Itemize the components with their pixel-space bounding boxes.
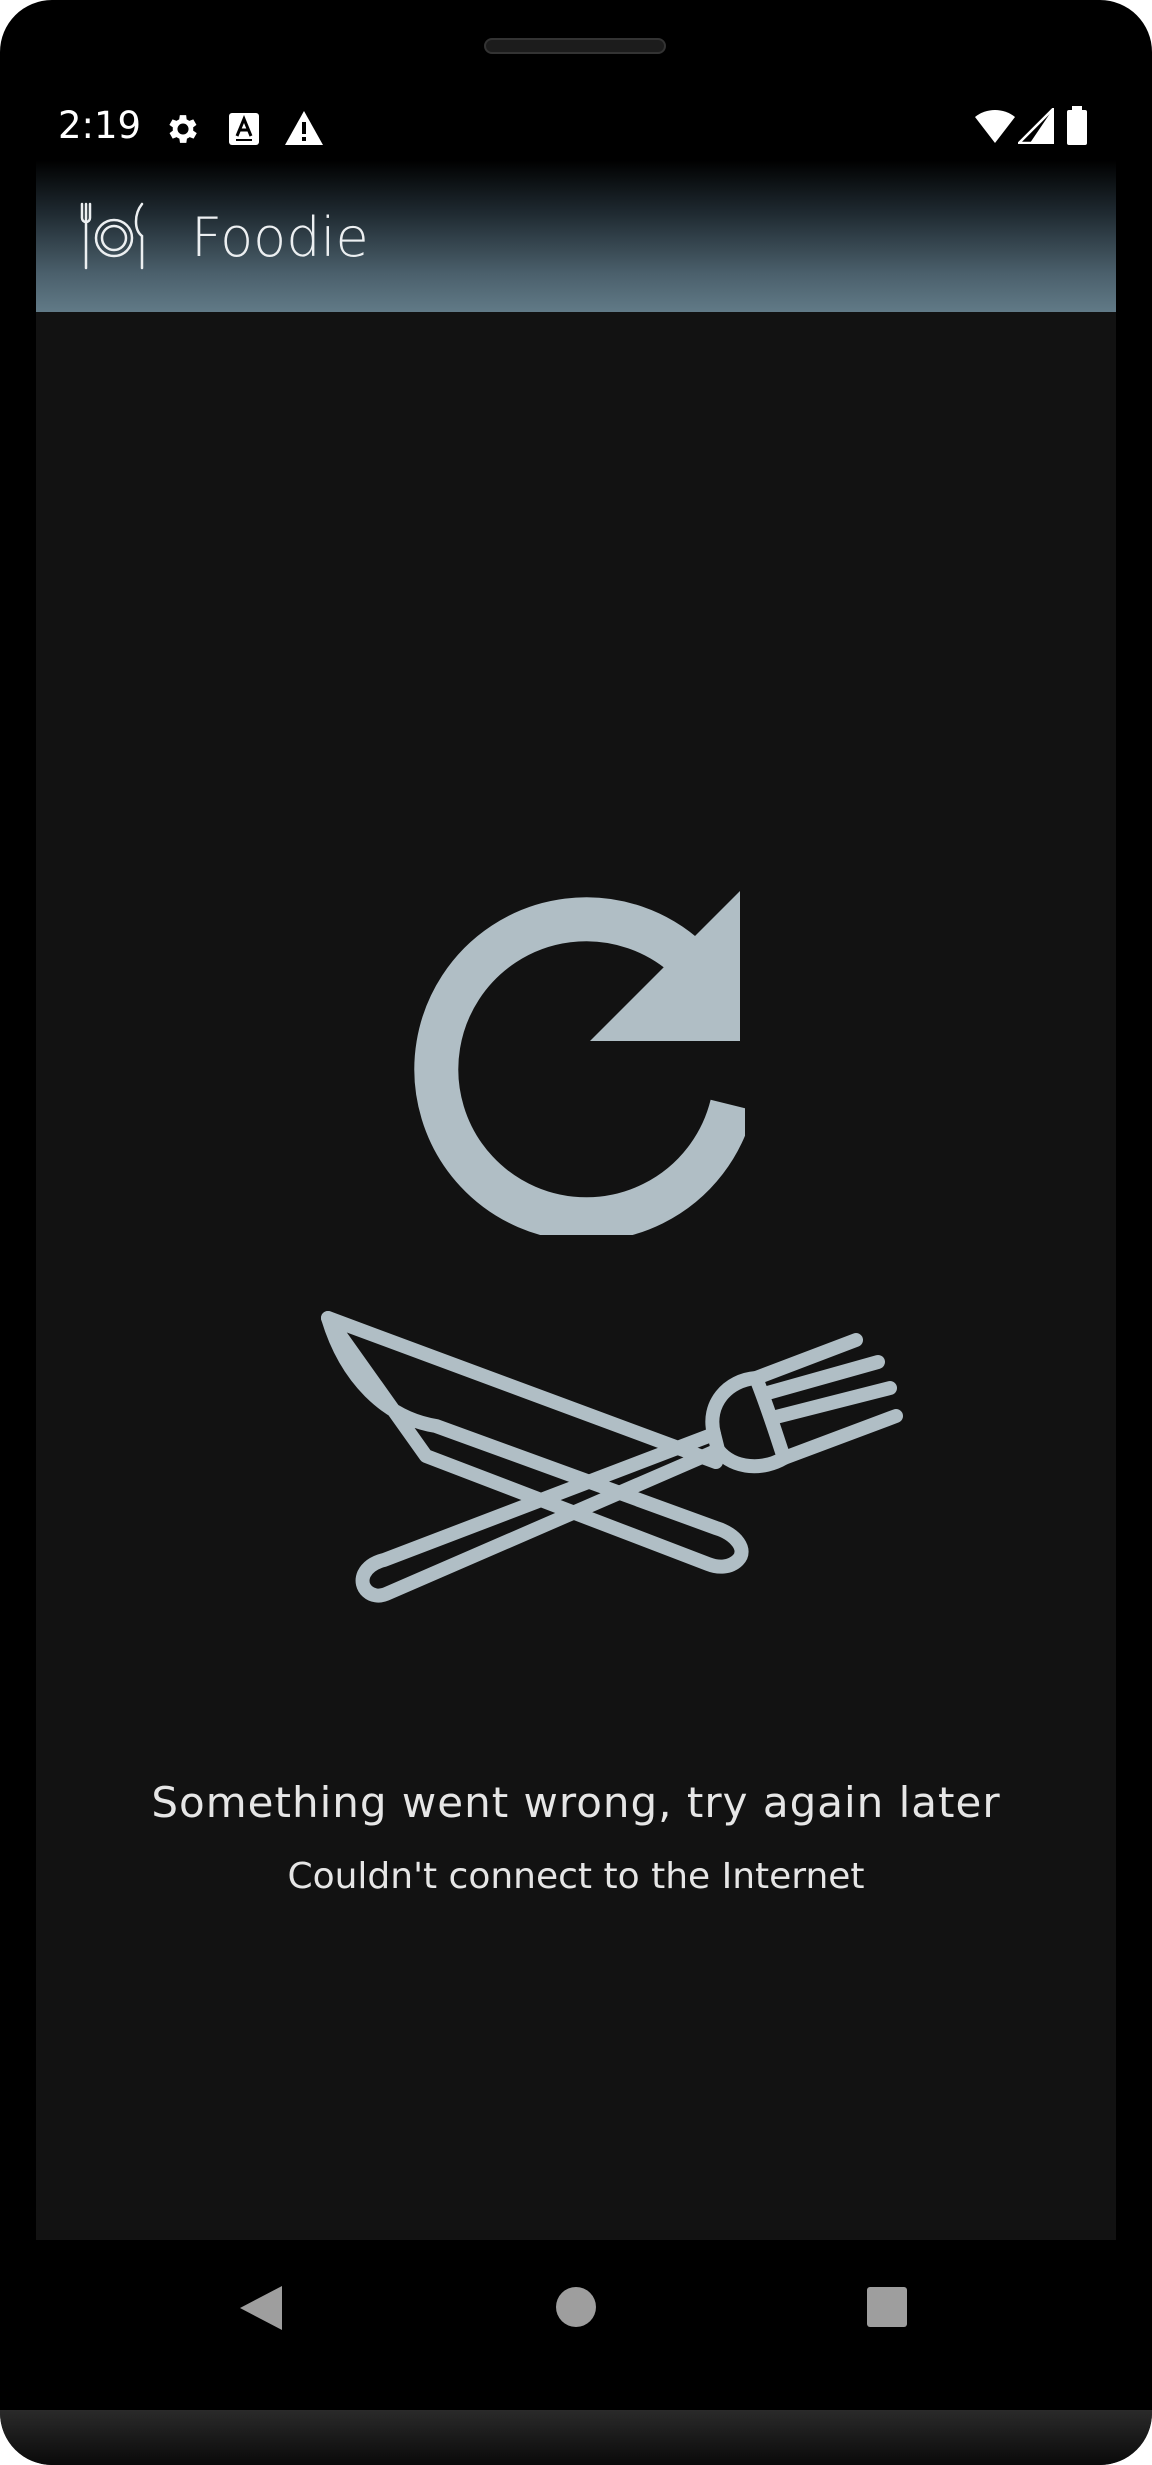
status-bar: 2:19 — [36, 96, 1116, 156]
earpiece-speaker — [484, 38, 666, 54]
warning-icon — [285, 111, 323, 145]
error-subtitle: Couldn't connect to the Internet — [287, 1856, 865, 1897]
app-title: Foodie — [191, 206, 369, 269]
device-chin — [0, 2410, 1152, 2465]
app-bar: Foodie — [36, 160, 1116, 312]
error-content: Something went wrong, try again later Co… — [36, 312, 1116, 2240]
crossed-knife-fork-icon — [321, 1311, 903, 1603]
system-nav-bar — [0, 2240, 1152, 2410]
refresh-icon[interactable] — [405, 891, 745, 1235]
app-screen: Foodie Something went wrong, try again l… — [36, 160, 1116, 2240]
error-title: Something went wrong, try again later — [151, 1778, 1001, 1827]
device-frame: 2:19 Foodie Something went wrong, try ag… — [0, 0, 1152, 2465]
plate-cutlery-icon — [80, 202, 144, 270]
signal-icon — [1018, 108, 1054, 144]
settings-icon — [169, 115, 197, 143]
wifi-icon — [975, 109, 1015, 143]
keyboard-a-icon — [229, 113, 259, 145]
recents-icon[interactable] — [866, 2286, 908, 2328]
home-icon[interactable] — [555, 2286, 597, 2328]
battery-icon — [1067, 106, 1087, 145]
status-time: 2:19 — [58, 104, 142, 147]
back-icon[interactable] — [238, 2284, 284, 2332]
